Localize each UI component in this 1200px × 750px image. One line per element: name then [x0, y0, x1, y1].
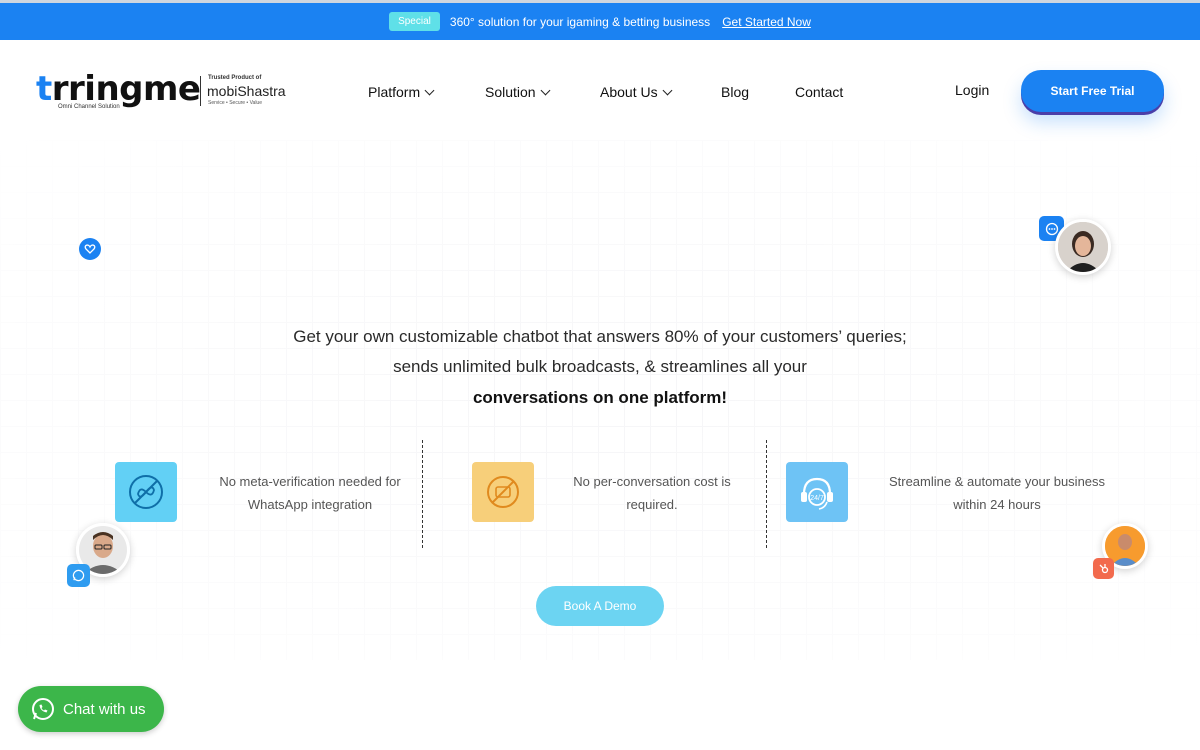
login-link[interactable]: Login [955, 82, 989, 98]
no-meta-icon [115, 462, 177, 522]
feature-2-line-2: required. [626, 497, 678, 512]
avatar-woman [1055, 219, 1111, 275]
feature-3-line-2: within 24 hours [953, 497, 1041, 512]
logo-tagline: Omni Channel Solution [58, 104, 120, 110]
whatsapp-icon [32, 698, 54, 720]
feature-no-meta-text: No meta-verification needed for WhatsApp… [200, 470, 420, 516]
feature-1-line-2: WhatsApp integration [247, 497, 373, 512]
hero-text-line-2: sends unlimited bulk broadcasts, & strea… [393, 357, 807, 376]
announcement-text: 360° solution for your igaming & betting… [449, 14, 711, 29]
feature-divider [766, 440, 767, 548]
get-started-link[interactable]: Get Started Now [722, 15, 811, 29]
hero-text-line-3: conversations on one platform! [472, 388, 728, 407]
hubspot-icon [1093, 558, 1114, 579]
logo-divider [200, 76, 201, 106]
nav-about-us[interactable]: About Us [600, 84, 721, 100]
nav-blog[interactable]: Blog [721, 84, 795, 100]
logo-wordmark: trringme [36, 69, 201, 109]
main-nav: Platform Solution About Us Blog Contact [368, 84, 843, 100]
feature-no-cost-text: No per-conversation cost is required. [552, 470, 752, 516]
chat-button-label: Chat with us [63, 700, 146, 718]
feature-1-line-1: No meta-verification needed for [219, 474, 401, 489]
special-badge: Special [389, 12, 440, 31]
chevron-down-icon [540, 85, 551, 95]
feature-3-line-1: Streamline & automate your business [888, 474, 1106, 489]
nav-blog-label: Blog [721, 84, 750, 100]
feature-2-line-1: No per-conversation cost is [573, 474, 731, 489]
site-header: trringme Omni Channel Solution Trusted P… [0, 40, 1200, 140]
chevron-down-icon [424, 85, 435, 95]
chevron-down-icon [662, 85, 673, 95]
book-demo-button[interactable]: Book A Demo [536, 586, 664, 626]
logo[interactable]: trringme Omni Channel Solution Trusted P… [36, 70, 286, 116]
announcement-bar: Special 360° solution for your igaming &… [0, 0, 1200, 40]
feature-divider [422, 440, 423, 548]
no-cost-icon [472, 462, 534, 522]
support-24-7-icon: 24/7 [786, 462, 848, 522]
feature-automate-text: Streamline & automate your business with… [872, 470, 1122, 516]
logo-trusted-text: Trusted Product of [208, 75, 262, 81]
support-24-7-label: 24/7 [810, 495, 824, 502]
whatsapp-icon [67, 564, 90, 587]
start-free-trial-button[interactable]: Start Free Trial [1021, 70, 1164, 112]
nav-platform-label: Platform [368, 84, 421, 100]
hero-text-line-1: Get your own customizable chatbot that a… [293, 327, 907, 346]
nav-platform[interactable]: Platform [368, 84, 485, 100]
parent-tagline: Service • Secure • Value [208, 100, 262, 106]
heart-shield-icon [79, 238, 101, 260]
nav-contact-label: Contact [795, 84, 844, 100]
chat-with-us-button[interactable]: Chat with us [18, 686, 164, 732]
parent-brand: mobiShastra [207, 83, 286, 99]
nav-about-label: About Us [600, 84, 658, 100]
nav-contact[interactable]: Contact [795, 84, 843, 100]
nav-solution-label: Solution [485, 84, 536, 100]
nav-solution[interactable]: Solution [485, 84, 600, 100]
